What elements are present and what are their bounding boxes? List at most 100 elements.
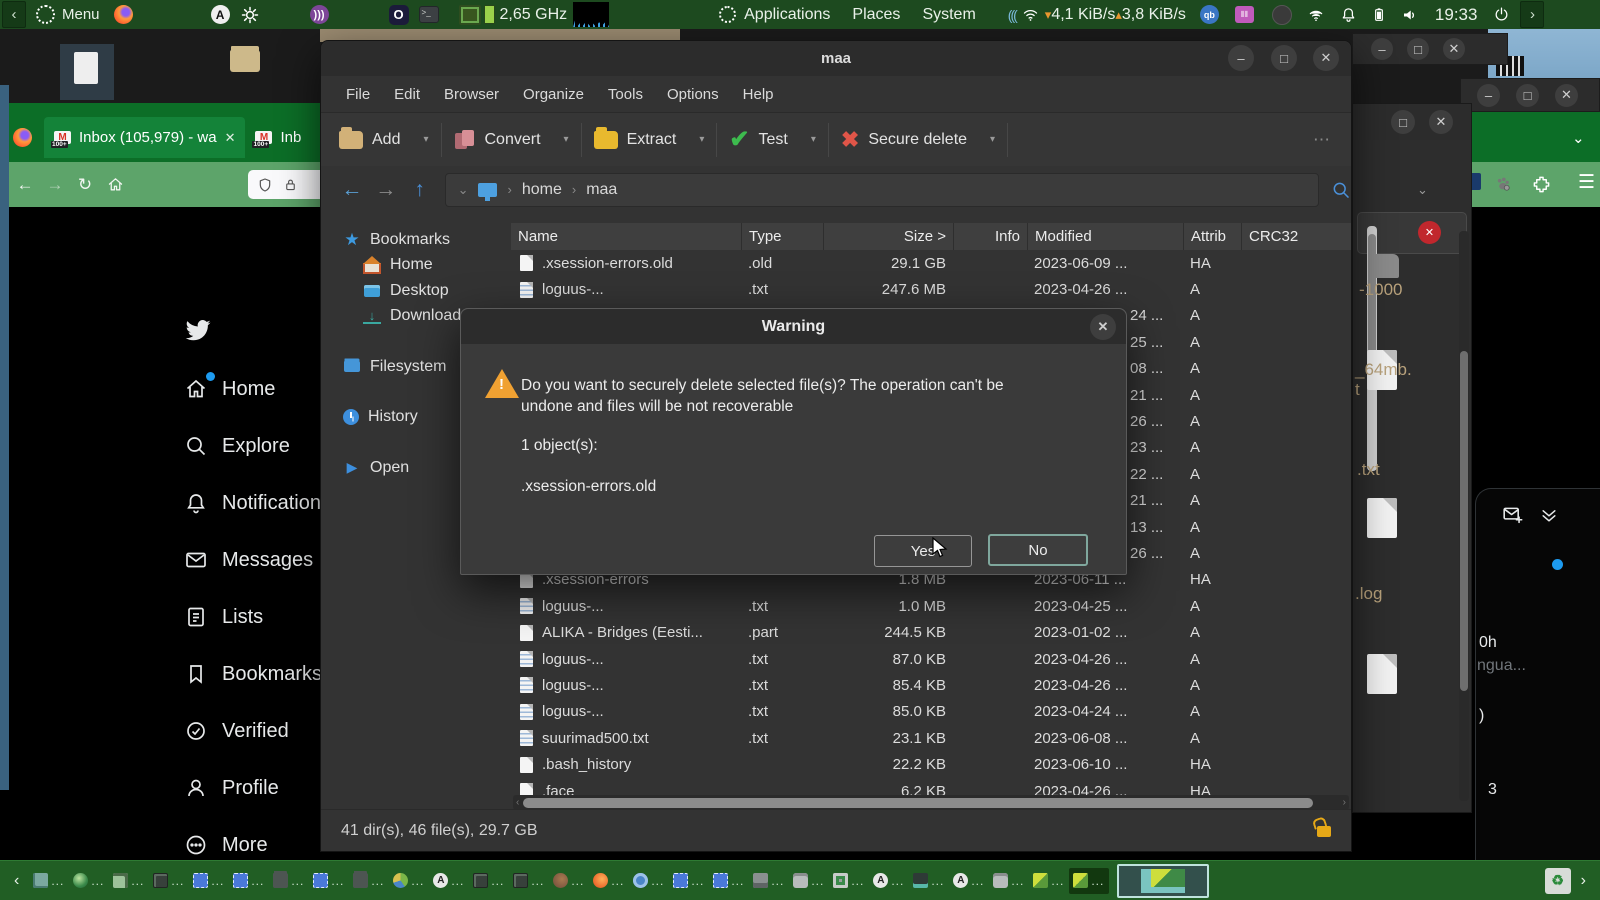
- net-upload-speed[interactable]: 3,8 KiB/s: [1122, 6, 1186, 24]
- search-icon[interactable]: [1331, 180, 1351, 200]
- panel-scrollbar[interactable]: [1459, 231, 1469, 801]
- toolbar-button[interactable]: Extract ▾: [594, 131, 705, 149]
- taskbar-window-button[interactable]: ...: [309, 868, 349, 894]
- notifications-bell-icon[interactable]: [1340, 6, 1357, 23]
- taskbar-window-button[interactable]: ...: [389, 868, 429, 894]
- taskbar-window-button[interactable]: ...: [1069, 868, 1109, 894]
- taskbar-window-button[interactable]: ...: [789, 868, 829, 894]
- opera-icon[interactable]: O: [389, 5, 409, 25]
- scroll-left-icon[interactable]: ‹: [516, 795, 519, 810]
- maximize-button[interactable]: □: [1271, 45, 1297, 71]
- twitter-nav-item[interactable]: Bookmarks: [184, 662, 322, 686]
- file-row[interactable]: .face 6.2 KB 2023-04-26 ... HA: [511, 778, 1351, 795]
- taskbar-window-button[interactable]: ...: [629, 868, 669, 894]
- firefox-icon[interactable]: [13, 128, 32, 147]
- taskbar-window-button[interactable]: ...: [749, 868, 789, 894]
- file-row[interactable]: loguus-... .txt 85.0 KB 2023-04-24 ... A: [511, 699, 1351, 725]
- file-row[interactable]: loguus-... .txt 1.0 MB 2023-04-25 ... A: [511, 593, 1351, 619]
- nav-up-icon[interactable]: ↑: [403, 178, 437, 202]
- panel-expand-icon[interactable]: ›: [1520, 1, 1544, 28]
- tab-inbox-2[interactable]: M100+ Inb: [245, 117, 311, 158]
- tab-inbox-active[interactable]: M100+ Inbox (105,979) - wa ✕: [44, 117, 245, 158]
- column-header-attrib[interactable]: Attrib: [1183, 223, 1241, 250]
- menu-item[interactable]: File: [335, 81, 381, 108]
- taskbar-window-button[interactable]: ...: [589, 868, 629, 894]
- taskbar-window-button[interactable]: ...: [349, 868, 389, 894]
- horizontal-scrollbar[interactable]: ‹ ›: [513, 795, 1349, 810]
- taskbar-window-button[interactable]: A ...: [429, 868, 469, 894]
- chevron-down-icon[interactable]: ⌄: [458, 182, 469, 198]
- chevron-down-icon[interactable]: ⌄: [1417, 182, 1428, 198]
- scroll-right-icon[interactable]: ›: [1343, 795, 1346, 810]
- breadcrumb[interactable]: ⌄ › home › maa: [445, 173, 1320, 207]
- list-all-tabs-icon[interactable]: ⌄: [1572, 129, 1585, 147]
- new-message-icon[interactable]: [1502, 504, 1523, 525]
- extensions-puzzle-icon[interactable]: [1532, 175, 1551, 194]
- file-row[interactable]: loguus-... .txt 247.6 MB 2023-04-26 ... …: [511, 276, 1351, 302]
- taskbar-window-button[interactable]: ...: [669, 868, 709, 894]
- minimize-button[interactable]: –: [1371, 38, 1393, 60]
- nav-forward-icon[interactable]: →: [369, 178, 403, 202]
- file-label[interactable]: t: [1355, 380, 1360, 400]
- panel-collapse-icon[interactable]: ‹: [2, 1, 26, 28]
- battery-icon[interactable]: [1371, 7, 1387, 23]
- system-menu[interactable]: System: [922, 6, 975, 24]
- taskbar-window-button[interactable]: ...: [829, 868, 869, 894]
- tray-app-icon[interactable]: [1272, 5, 1292, 25]
- toolbar-button[interactable]: ✔ Test ▾: [729, 130, 815, 150]
- column-header-crc32[interactable]: CRC32: [1241, 223, 1351, 250]
- unlocked-padlock-icon[interactable]: [1317, 826, 1331, 837]
- collapse-drawer-icon[interactable]: [1539, 505, 1559, 525]
- chevron-down-icon[interactable]: ▾: [990, 134, 995, 145]
- toolbar-button[interactable]: Convert ▾: [454, 129, 569, 151]
- taskbar-window-button[interactable]: ...: [189, 868, 229, 894]
- taskbar-window-button[interactable]: ...: [229, 868, 269, 894]
- taskbar-window-button[interactable]: ...: [549, 868, 589, 894]
- sidebar-item[interactable]: Home: [321, 253, 511, 279]
- extension-paw-icon[interactable]: [1493, 174, 1513, 194]
- file-row[interactable]: .bash_history 22.2 KB 2023-06-10 ... HA: [511, 751, 1351, 777]
- menu-item[interactable]: Edit: [383, 81, 431, 108]
- close-button[interactable]: ✕: [1443, 38, 1465, 60]
- taskbar-window-button[interactable]: ...: [149, 868, 189, 894]
- menu-item[interactable]: Options: [656, 81, 730, 108]
- chevron-down-icon[interactable]: ▾: [564, 134, 569, 145]
- file-row[interactable]: .xsession-errors.old .old 29.1 GB 2023-0…: [511, 250, 1351, 276]
- column-header-name[interactable]: Name: [511, 223, 741, 250]
- twitter-nav-item[interactable]: Profile: [184, 776, 279, 800]
- minimize-button[interactable]: –: [1477, 84, 1500, 107]
- chevron-down-icon[interactable]: ▾: [423, 134, 428, 145]
- column-header-info[interactable]: Info: [953, 223, 1027, 250]
- clock[interactable]: 19:33: [1435, 5, 1478, 25]
- toolbar-overflow-icon[interactable]: ⋯: [1313, 130, 1330, 150]
- file-row[interactable]: loguus-... .txt 87.0 KB 2023-04-26 ... A: [511, 646, 1351, 672]
- tab-close-icon[interactable]: ✕: [225, 130, 236, 146]
- file-row[interactable]: loguus-... .txt 85.4 KB 2023-04-26 ... A: [511, 672, 1351, 698]
- chevron-down-icon[interactable]: ▾: [811, 134, 816, 145]
- menu-item[interactable]: Organize: [512, 81, 595, 108]
- taskbar-window-button[interactable]: ...: [69, 868, 109, 894]
- dialog-titlebar[interactable]: Warning ✕: [461, 309, 1126, 344]
- volume-icon[interactable]: [1401, 6, 1419, 24]
- messages-drawer[interactable]: 0h ngua... ) 3 d ofte...: [1475, 488, 1600, 862]
- media-tray-icon[interactable]: ⦀⦀: [1235, 6, 1254, 23]
- twitter-nav-item[interactable]: Explore: [184, 434, 290, 458]
- breadcrumb-home[interactable]: home: [522, 181, 562, 199]
- taskbar-window-button[interactable]: ...: [509, 868, 549, 894]
- no-button[interactable]: No: [988, 534, 1088, 566]
- yes-button[interactable]: Yes: [874, 535, 972, 567]
- file-label[interactable]: _64mb.: [1355, 360, 1412, 380]
- toolbar-button[interactable]: Add ▾: [339, 131, 429, 149]
- applications-menu[interactable]: Applications: [744, 6, 830, 24]
- twitter-nav-item[interactable]: Messages: [184, 548, 313, 572]
- minimize-button[interactable]: –: [1228, 45, 1254, 71]
- twitter-nav-item[interactable]: Lists: [184, 605, 263, 629]
- file-row[interactable]: ALIKA - Bridges (Eesti... .part 244.5 KB…: [511, 619, 1351, 645]
- power-icon[interactable]: [1493, 6, 1510, 23]
- taskbar-trash-button[interactable]: ♻: [1545, 868, 1571, 894]
- sidebar-item[interactable]: ★ Bookmarks: [321, 227, 511, 253]
- search-tool-icon[interactable]: A: [211, 5, 230, 24]
- column-header-type[interactable]: Type: [741, 223, 823, 250]
- cpu-frequency[interactable]: 2,65 GHz: [500, 6, 568, 24]
- menu-item[interactable]: Help: [732, 81, 785, 108]
